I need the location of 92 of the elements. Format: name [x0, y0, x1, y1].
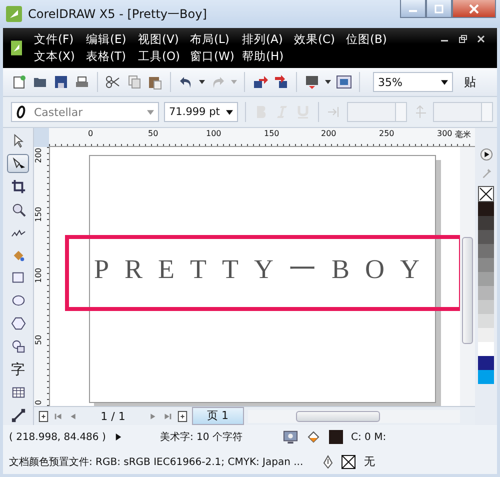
- palette-menu-icon[interactable]: [480, 148, 492, 161]
- shape-tool-icon[interactable]: [7, 154, 29, 173]
- image-icon[interactable]: [336, 74, 352, 90]
- scissors-icon[interactable]: [105, 74, 121, 90]
- menu-item[interactable]: 排列(A): [242, 32, 294, 47]
- menu-item[interactable]: 视图(V): [138, 32, 190, 47]
- print-icon[interactable]: [74, 74, 90, 90]
- color-swatch[interactable]: [478, 202, 494, 216]
- caret-icon: [226, 110, 233, 114]
- close-icon[interactable]: [477, 35, 485, 43]
- color-swatch[interactable]: [478, 328, 494, 342]
- menu-item[interactable]: 文件(F): [34, 32, 86, 47]
- color-swatch[interactable]: [478, 230, 494, 244]
- font-type-icon: [16, 105, 26, 119]
- toolbar-label[interactable]: 贴: [464, 74, 476, 90]
- color-swatch[interactable]: [478, 258, 494, 272]
- text-tool[interactable]: 字: [7, 360, 29, 380]
- paste-icon[interactable]: [147, 74, 163, 90]
- ruler-label: 200: [34, 148, 43, 163]
- ruler-label: 100: [206, 129, 222, 138]
- outline-info: 无: [364, 454, 376, 469]
- document-icon: [11, 40, 22, 56]
- play-icon[interactable]: [115, 433, 122, 441]
- object-info: 美术字: 10 个字符: [160, 430, 244, 444]
- ruler-label: 300: [437, 129, 452, 138]
- minimize-button[interactable]: [400, 0, 426, 18]
- caret-icon[interactable]: [325, 80, 331, 84]
- ruler-label: 50: [34, 334, 43, 345]
- menu-item[interactable]: 效果(C): [294, 32, 346, 47]
- horizontal-scrollbar[interactable]: [248, 410, 460, 422]
- ruler-label: 0: [34, 400, 43, 405]
- menu-item[interactable]: 表格(T): [86, 49, 138, 64]
- menu-item[interactable]: 文本(X): [34, 49, 86, 64]
- ruler-label: 0: [88, 129, 94, 138]
- color-swatch[interactable]: [478, 244, 494, 258]
- spin-field[interactable]: [347, 102, 407, 122]
- monitor-icon[interactable]: [304, 74, 320, 90]
- import-icon[interactable]: [252, 74, 268, 90]
- add-page-icon[interactable]: [177, 410, 188, 422]
- color-swatch[interactable]: [478, 342, 494, 356]
- ruler-label: 150: [34, 206, 43, 222]
- maximize-button[interactable]: [426, 0, 452, 18]
- save-icon[interactable]: [53, 74, 69, 90]
- caret-icon: [441, 80, 448, 84]
- ruler-label: 250: [379, 129, 394, 138]
- no-color-swatch[interactable]: [478, 186, 494, 202]
- spin-field[interactable]: [433, 102, 493, 122]
- vertical-scrollbar[interactable]: [460, 147, 475, 406]
- caret-icon: [147, 110, 154, 114]
- menu-item[interactable]: 编辑(E): [86, 32, 138, 47]
- color-swatch[interactable]: [478, 314, 494, 328]
- font-size-dropdown[interactable]: 71.999 pt: [164, 102, 238, 122]
- menu-item[interactable]: 帮助(H): [242, 49, 294, 64]
- export-icon[interactable]: [273, 74, 289, 90]
- copy-icon[interactable]: [126, 74, 142, 90]
- menu-item[interactable]: 工具(O): [138, 49, 190, 64]
- ruler-label: 150: [264, 129, 280, 138]
- ruler-label: 200: [321, 129, 336, 138]
- cursor-coordinates: ( 218.998, 84.486 ): [9, 432, 107, 442]
- ruler-label: 100: [34, 268, 43, 283]
- zoom-dropdown[interactable]: 35%: [373, 72, 453, 92]
- new-document-icon[interactable]: [11, 74, 27, 90]
- restore-icon[interactable]: [459, 35, 467, 43]
- color-swatch[interactable]: [478, 272, 494, 286]
- ruler-label: 50: [148, 129, 158, 138]
- caret-icon[interactable]: [199, 80, 205, 84]
- monitor-icon[interactable]: [283, 430, 298, 444]
- color-profile-info: 文档颜色预置文件: RGB: sRGB IEC61966-2.1; CMYK: Japan ...: [9, 456, 304, 468]
- color-swatch[interactable]: [478, 286, 494, 300]
- close-icon: [469, 4, 479, 14]
- maximize-icon: [434, 4, 444, 14]
- window-title: CorelDRAW X5 - [Pretty一Boy]: [28, 6, 207, 22]
- close-button[interactable]: [452, 0, 496, 18]
- minimize-icon: [409, 10, 417, 12]
- add-page-icon[interactable]: [38, 410, 49, 422]
- menu-item[interactable]: 窗口(W): [190, 49, 242, 64]
- page-counter: 1 / 1: [100, 410, 126, 422]
- pen-nib-icon: [323, 454, 334, 468]
- artistic-text[interactable]: PRETTY一BOY: [94, 251, 436, 287]
- fill-bucket-icon: [306, 430, 321, 444]
- color-swatch[interactable]: [478, 216, 494, 230]
- font-dropdown[interactable]: Castellar: [11, 102, 159, 122]
- page-tab[interactable]: 页 1: [192, 407, 244, 425]
- color-swatch[interactable]: [478, 356, 494, 370]
- color-swatch[interactable]: [478, 370, 494, 384]
- menu-item[interactable]: 布局(L): [190, 32, 242, 47]
- app-logo-icon: [6, 6, 22, 22]
- no-outline-swatch-icon: [341, 454, 356, 468]
- color-swatch[interactable]: [478, 300, 494, 314]
- ruler-unit-label: 毫米: [455, 129, 471, 140]
- fill-info: C: 0 M:: [351, 432, 386, 442]
- menu-item[interactable]: 位图(B): [346, 32, 398, 47]
